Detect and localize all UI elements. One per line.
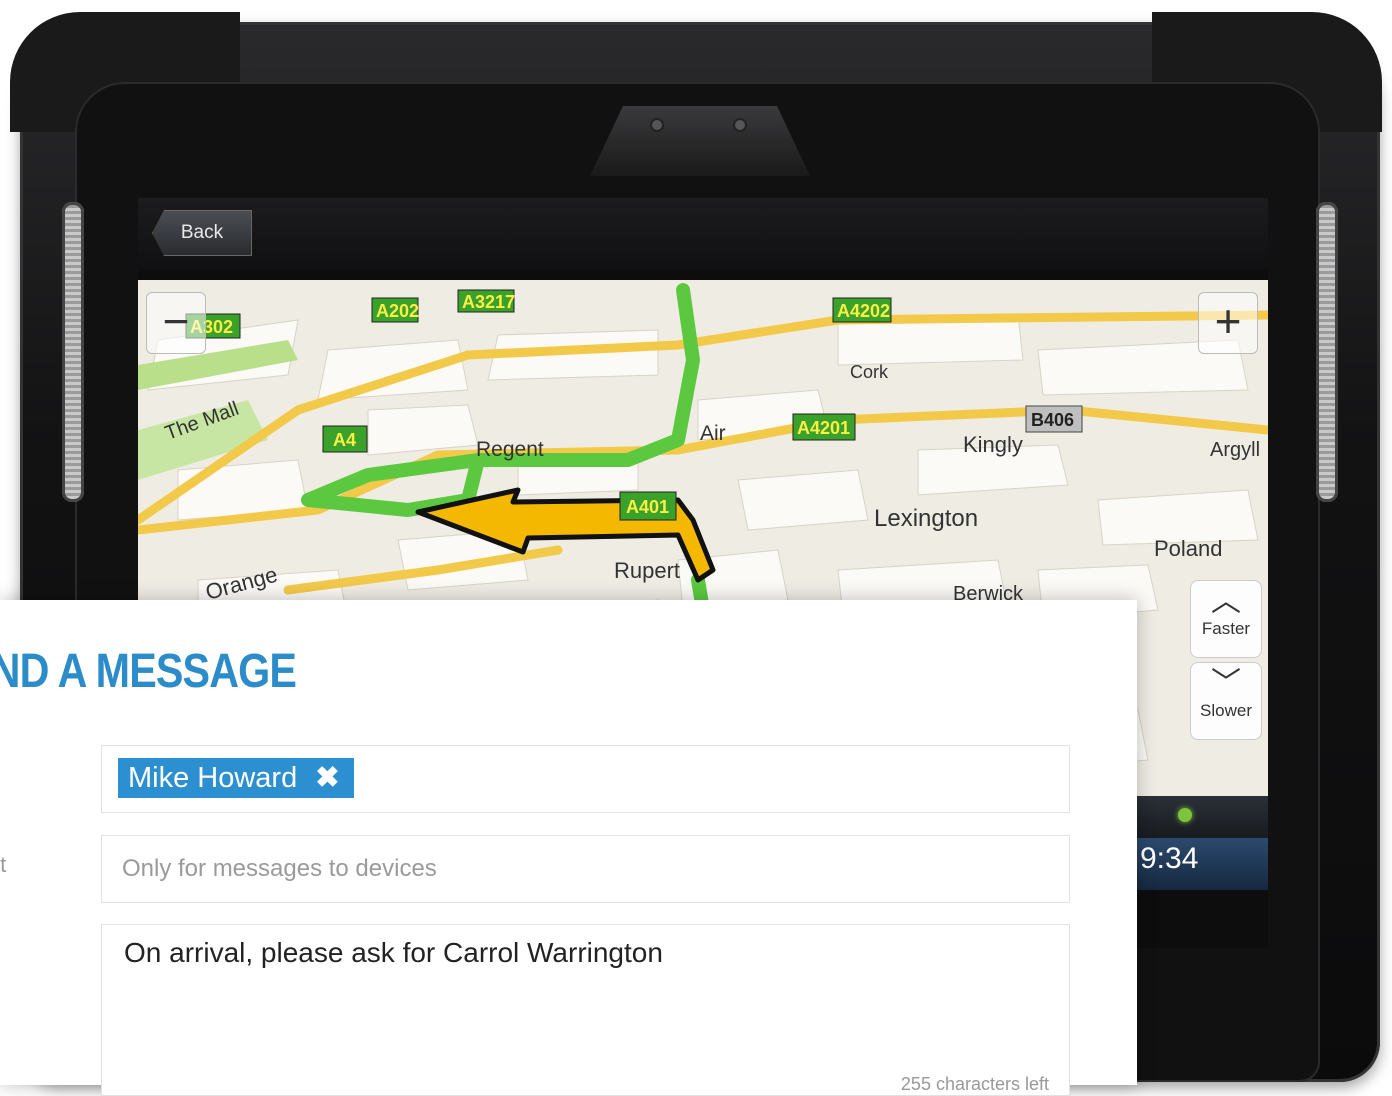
svg-text:Kingly: Kingly	[963, 432, 1023, 457]
svg-text:A4201: A4201	[797, 418, 850, 438]
body-textarea[interactable]: On arrival, please ask for Carrol Warrin…	[124, 937, 663, 969]
faster-button[interactable]: ︿ Faster	[1190, 580, 1262, 658]
svg-text:A401: A401	[626, 497, 669, 517]
chevron-down-icon: ﹀	[1211, 667, 1241, 700]
svg-text:A4: A4	[333, 430, 356, 450]
slower-button[interactable]: ﹀ Slower	[1190, 662, 1262, 740]
chevron-up-icon: ︿	[1211, 585, 1241, 618]
svg-text:A3217: A3217	[462, 292, 515, 312]
svg-text:A202: A202	[376, 301, 419, 321]
subject-label: ject	[0, 852, 7, 877]
svg-text:Poland: Poland	[1154, 536, 1223, 561]
side-grip-left	[62, 202, 84, 502]
nav-topbar: Back	[138, 198, 1268, 270]
send-message-panel: END A MESSAGE Mike Howard ✖ ject Only for…	[0, 600, 1137, 1096]
back-button[interactable]: Back	[152, 210, 252, 256]
side-grip-right	[1316, 202, 1338, 502]
svg-text:Argyll: Argyll	[1210, 439, 1260, 461]
zoom-out-button[interactable]: −	[146, 292, 206, 354]
recipient-field[interactable]: Mike Howard ✖	[101, 745, 1070, 813]
zoom-in-button[interactable]: +	[1198, 292, 1258, 354]
camera-icon	[735, 120, 745, 130]
subject-input[interactable]: Only for messages to devices	[122, 836, 1042, 902]
remove-recipient-icon[interactable]: ✖	[315, 762, 339, 794]
camera-housing	[590, 106, 810, 176]
device-clock: 9:34	[1140, 842, 1199, 875]
subject-field[interactable]: Only for messages to devices	[101, 835, 1070, 903]
svg-text:Lexington: Lexington	[874, 505, 978, 532]
svg-text:Cork: Cork	[850, 362, 889, 382]
sensor-icon	[652, 120, 662, 130]
body-field[interactable]: On arrival, please ask for Carrol Warrin…	[101, 924, 1070, 1096]
svg-text:A4202: A4202	[837, 301, 890, 321]
faster-label: Faster	[1201, 619, 1251, 638]
svg-text:B406: B406	[1031, 410, 1074, 430]
recipient-name: Mike Howard	[128, 762, 298, 794]
svg-text:Rupert: Rupert	[614, 558, 680, 583]
recipient-chip: Mike Howard ✖	[118, 758, 354, 798]
svg-text:Air: Air	[700, 422, 726, 445]
svg-text:Regent: Regent	[476, 438, 544, 461]
panel-title: END A MESSAGE	[0, 645, 297, 698]
gps-status-icon	[1178, 808, 1192, 822]
slower-label: Slower	[1200, 701, 1252, 720]
